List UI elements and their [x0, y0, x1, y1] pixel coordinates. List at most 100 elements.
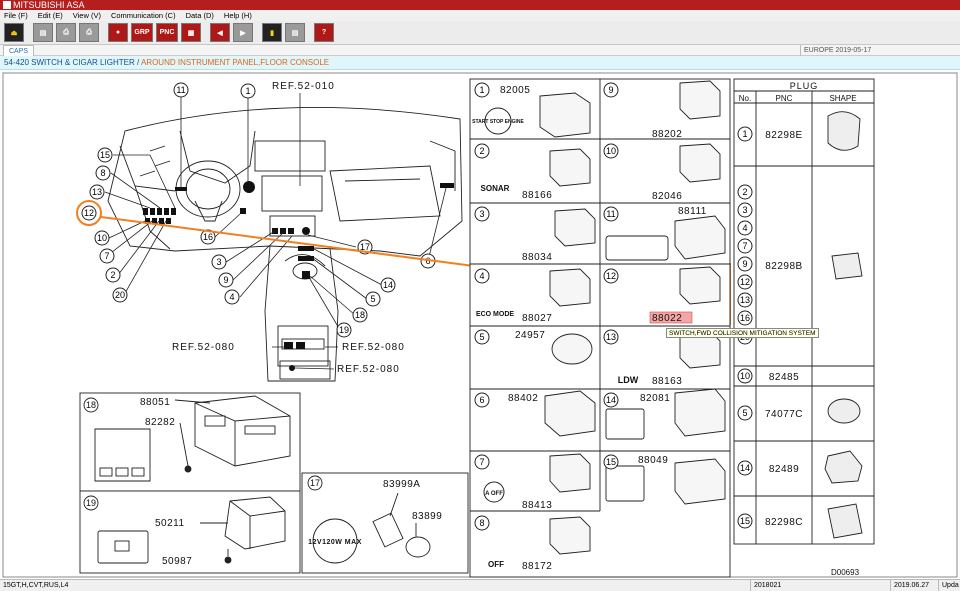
callout-4[interactable]: 4: [224, 289, 240, 305]
pnc-button[interactable]: PNC: [156, 23, 178, 42]
menu-view[interactable]: View (V): [73, 10, 101, 21]
search-button[interactable]: ●: [108, 23, 128, 42]
plug-pnc-82298e[interactable]: 82298E: [765, 130, 802, 141]
menu-file[interactable]: File (F): [4, 10, 28, 21]
menu-edit[interactable]: Edit (E): [38, 10, 63, 21]
svg-text:13: 13: [740, 295, 750, 305]
part-50211[interactable]: 50211: [155, 518, 185, 529]
part-82046[interactable]: 82046: [652, 191, 682, 202]
app-title: MITSUBISHI ASA: [13, 0, 85, 10]
callout-9[interactable]: 9: [218, 272, 234, 288]
menu-data[interactable]: Data (D): [186, 10, 214, 21]
status-bar: 15GT,H,CVT,RUS,L4 2018021 2019.06.27 Upd…: [0, 579, 960, 591]
grp-button[interactable]: GRP: [131, 23, 153, 42]
menu-help[interactable]: Help (H): [224, 10, 252, 21]
tab-caps[interactable]: CAPS: [3, 45, 35, 56]
svg-text:19: 19: [339, 325, 349, 335]
svg-text:8: 8: [100, 168, 105, 178]
part-88172[interactable]: 88172: [522, 561, 552, 572]
part-88163[interactable]: 88163: [652, 376, 682, 387]
label-sonar: SONAR: [481, 184, 510, 193]
callout-19[interactable]: 19: [336, 322, 352, 338]
part-88202[interactable]: 88202: [652, 129, 682, 140]
group-title: SWITCH & CIGAR LIGHTER: [31, 58, 135, 67]
svg-text:20: 20: [115, 290, 125, 300]
menu-communication[interactable]: Communication (C): [111, 10, 176, 21]
print-button[interactable]: ⎙: [56, 23, 76, 42]
prev-button[interactable]: ◀: [210, 23, 230, 42]
callout-12[interactable]: 12: [76, 200, 102, 226]
cell-num-2: 2: [479, 146, 484, 156]
callout-circles: 11 1 15 8 13 12 10 7 2 20 16 3 9 4 6 17 …: [76, 82, 436, 338]
exit-button[interactable]: ⏏: [4, 23, 24, 42]
plug-pnc-74077c[interactable]: 74077C: [765, 409, 803, 420]
plug-pnc-82298b[interactable]: 82298B: [765, 261, 802, 272]
save-button[interactable]: ▤: [285, 23, 305, 42]
detail-num-17: 17: [310, 478, 320, 488]
part-88027[interactable]: 88027: [522, 313, 552, 324]
svg-text:12: 12: [84, 208, 94, 218]
svg-text:3: 3: [742, 205, 747, 215]
part-88111[interactable]: 88111: [678, 206, 707, 217]
detail-box-18: [79, 392, 301, 492]
part-82005[interactable]: 82005: [500, 85, 530, 96]
callout-14[interactable]: 14: [380, 277, 396, 293]
ref-52-080-left[interactable]: REF.52-080: [172, 342, 235, 353]
svg-text:4: 4: [742, 223, 747, 233]
bookmark-button[interactable]: ▮: [262, 23, 282, 42]
cell-num-7: 7: [479, 457, 484, 467]
breadcrumb: 54-420 SWITCH & CIGAR LIGHTER / AROUND I…: [0, 56, 960, 70]
help-button[interactable]: ?: [314, 23, 334, 42]
toolbar: ⏏ ▤ ⎙ ⎙ ● GRP PNC ▦ ◀ ▶ ▮ ▤ ?: [0, 21, 960, 45]
part-83999a[interactable]: 83999A: [383, 479, 420, 490]
cell-num-1: 1: [479, 85, 484, 95]
part-88022[interactable]: 88022: [652, 313, 682, 324]
callout-20[interactable]: 20: [112, 287, 128, 303]
plug-header-no: No.: [739, 94, 751, 103]
callout-18[interactable]: 18: [352, 307, 368, 323]
svg-text:14: 14: [740, 463, 750, 473]
callout-1[interactable]: 1: [240, 83, 256, 99]
print-preview-button[interactable]: ⎙: [79, 23, 99, 42]
plug-pnc-82298c[interactable]: 82298C: [765, 517, 803, 528]
grid-button[interactable]: ▦: [181, 23, 201, 42]
part-24957[interactable]: 24957: [515, 330, 545, 341]
part-83899[interactable]: 83899: [412, 511, 442, 522]
plug-pnc-82489[interactable]: 82489: [769, 464, 799, 475]
plug-table-title: PLUG: [790, 81, 819, 91]
callout-3[interactable]: 3: [211, 254, 227, 270]
part-88049[interactable]: 88049: [638, 455, 668, 466]
svg-text:4: 4: [229, 292, 234, 302]
part-88413[interactable]: 88413: [522, 500, 552, 511]
ref-52-080-right[interactable]: REF.52-080: [342, 342, 405, 353]
plug-pnc-82485[interactable]: 82485: [769, 372, 799, 383]
part-88051[interactable]: 88051: [140, 397, 170, 408]
part-82282[interactable]: 82282: [145, 417, 175, 428]
group-location: AROUND INSTRUMENT PANEL,FLOOR CONSOLE: [140, 58, 330, 67]
status-date: 2019.06.27: [890, 580, 938, 591]
group-code: 54-420: [4, 58, 29, 67]
part-88166[interactable]: 88166: [522, 190, 552, 201]
callout-5[interactable]: 5: [365, 291, 381, 307]
callout-10[interactable]: 10: [94, 230, 110, 246]
callout-11[interactable]: 11: [173, 82, 189, 98]
callout-7[interactable]: 7: [99, 248, 115, 264]
label-eco-mode: ECO MODE: [476, 311, 514, 318]
callout-8[interactable]: 8: [95, 165, 111, 181]
label-a-off: A OFF: [485, 491, 503, 497]
part-tooltip: SWITCH,FWD COLLISION MITIGATION SYSTEM: [666, 328, 819, 338]
ref-52-010[interactable]: REF.52-010: [272, 81, 335, 92]
callout-15[interactable]: 15: [97, 147, 113, 163]
callout-2[interactable]: 2: [105, 267, 121, 283]
part-88402[interactable]: 88402: [508, 393, 538, 404]
ref-52-080-bottom[interactable]: REF.52-080: [337, 364, 400, 375]
open-button[interactable]: ▤: [33, 23, 53, 42]
part-50987[interactable]: 50987: [162, 556, 192, 567]
callout-13[interactable]: 13: [89, 184, 105, 200]
svg-text:7: 7: [104, 251, 109, 261]
svg-text:3: 3: [216, 257, 221, 267]
part-88034[interactable]: 88034: [522, 252, 552, 263]
part-82081[interactable]: 82081: [640, 393, 670, 404]
svg-text:2: 2: [742, 187, 747, 197]
next-button[interactable]: ▶: [233, 23, 253, 42]
